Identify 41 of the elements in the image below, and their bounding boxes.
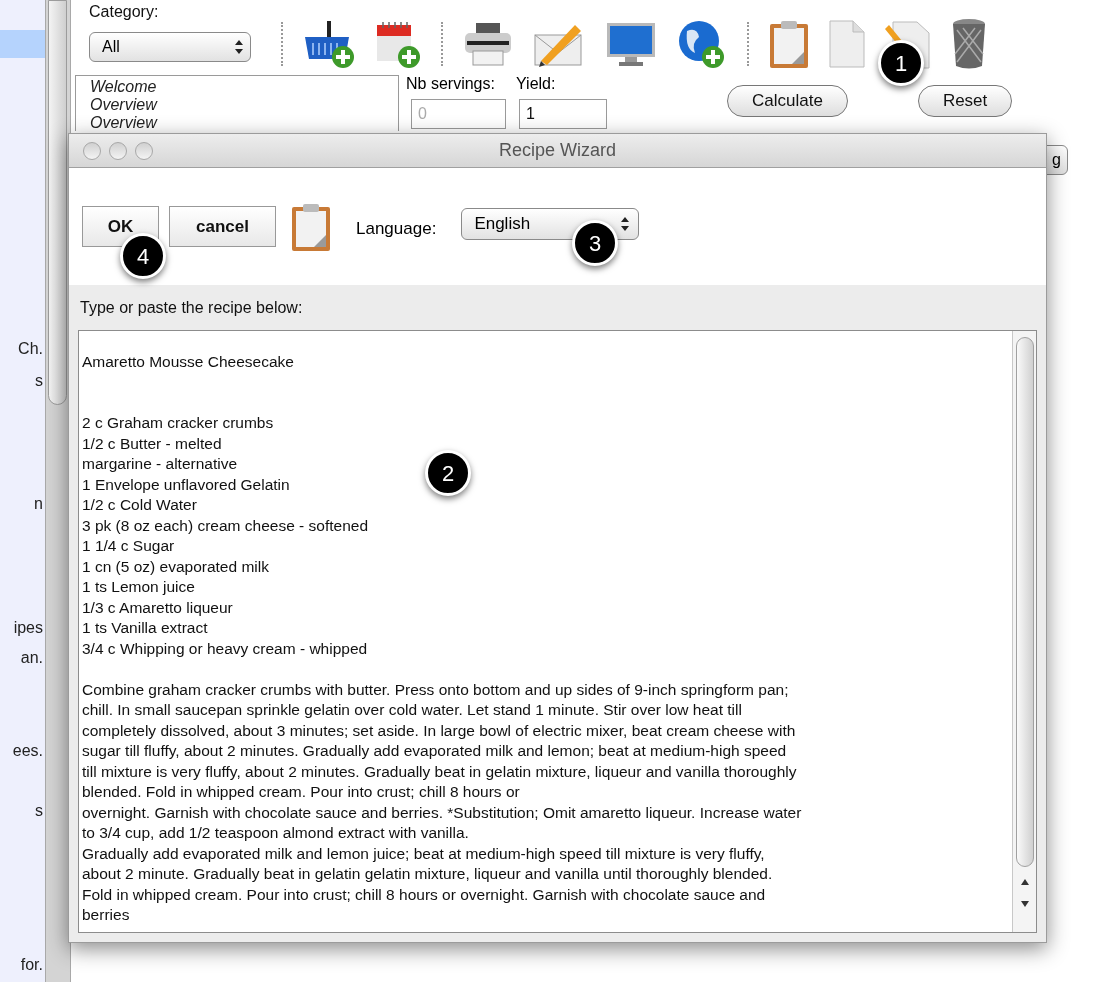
yield-field[interactable]: 1 xyxy=(519,99,607,129)
scroll-up-icon[interactable] xyxy=(1019,877,1030,887)
prompt-label: Type or paste the recipe below: xyxy=(80,297,303,318)
scrollbar-thumb[interactable] xyxy=(48,0,67,405)
minimize-button[interactable] xyxy=(109,141,127,160)
yield-label: Yield: xyxy=(516,74,557,94)
truncated-text: an. xyxy=(20,649,43,667)
truncated-text: for. xyxy=(20,956,43,974)
trash-icon[interactable] xyxy=(951,18,987,70)
truncated-text: s xyxy=(35,372,43,390)
dialog-button[interactable]: cancel xyxy=(169,206,276,247)
monitor-icon[interactable] xyxy=(605,21,657,67)
basket-add-icon[interactable] xyxy=(303,19,355,69)
close-button[interactable] xyxy=(83,141,101,160)
list-item[interactable]: Overview xyxy=(90,114,398,132)
servings-label: Nb servings: xyxy=(406,74,496,94)
globe-add-icon[interactable] xyxy=(677,19,727,69)
truncated-text: Ch. xyxy=(18,340,43,358)
window-title: Recipe Wizard xyxy=(499,139,616,162)
clipboard-icon[interactable] xyxy=(769,19,809,69)
scroll-down-icon[interactable] xyxy=(1019,899,1030,909)
list-item[interactable]: Overview xyxy=(90,96,398,114)
scrollbar-thumb[interactable] xyxy=(1015,337,1034,867)
truncated-text: s xyxy=(35,802,43,820)
category-select[interactable]: All xyxy=(89,32,251,62)
truncated-text: n xyxy=(34,495,43,513)
truncated-text: ipes xyxy=(13,619,43,637)
zoom-button[interactable] xyxy=(135,141,153,160)
printer-icon[interactable] xyxy=(463,21,513,67)
stepper-arrows-icon xyxy=(620,216,631,232)
push-button[interactable]: Calculate xyxy=(727,85,848,117)
stepper-arrows-icon xyxy=(234,39,244,55)
calendar-add-icon[interactable] xyxy=(375,19,421,69)
truncated-text: ees. xyxy=(12,742,43,760)
push-button[interactable]: Reset xyxy=(917,85,1013,117)
list-item[interactable]: Welcome xyxy=(90,78,398,96)
category-label: Category: xyxy=(89,4,160,20)
section-list[interactable]: Welcome Overview Overview xyxy=(75,75,399,131)
language-label: Language: xyxy=(356,218,437,240)
clipboard-icon[interactable] xyxy=(291,202,331,252)
callout-badge: 1 xyxy=(878,40,924,86)
